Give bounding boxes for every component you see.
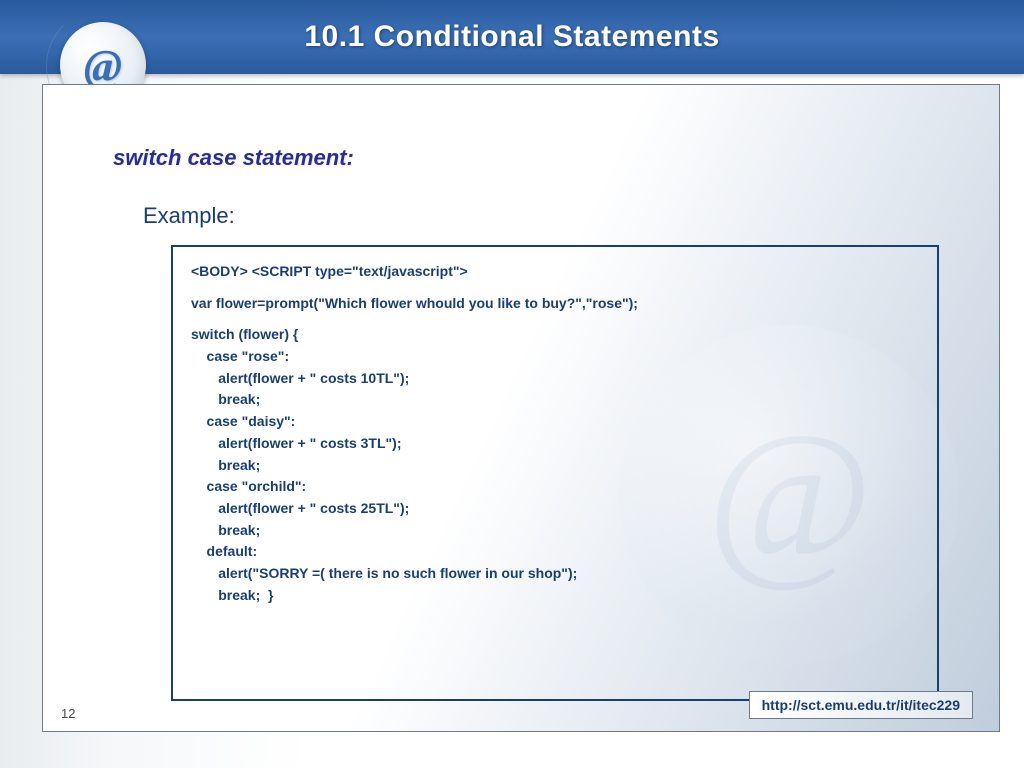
content-frame: switch case statement: Example: <BODY> <… <box>42 84 1000 732</box>
example-label: Example: <box>143 203 235 229</box>
code-line: case "orchild": <box>191 476 919 498</box>
code-line: break; <box>191 389 919 411</box>
code-line: alert(flower + " costs 25TL"); <box>191 498 919 520</box>
code-line: alert(flower + " costs 3TL"); <box>191 433 919 455</box>
code-line: alert("SORRY =( there is no such flower … <box>191 563 919 585</box>
subtitle: switch case statement: <box>113 145 354 171</box>
page-number: 12 <box>61 706 75 721</box>
code-line: case "daisy": <box>191 411 919 433</box>
code-line: default: <box>191 541 919 563</box>
code-line: break; <box>191 455 919 477</box>
code-line: break; <box>191 520 919 542</box>
code-line: switch (flower) { <box>191 324 919 346</box>
slide: 10.1 Conditional Statements @ switch cas… <box>0 0 1024 768</box>
code-line: case "rose": <box>191 346 919 368</box>
code-line: break; } <box>191 585 919 607</box>
code-line: alert(flower + " costs 10TL"); <box>191 368 919 390</box>
code-box: <BODY> <SCRIPT type="text/javascript"> va… <box>171 245 939 701</box>
title-bar: 10.1 Conditional Statements <box>0 0 1024 74</box>
code-blank-line <box>191 283 919 293</box>
footer-url: http://sct.emu.edu.tr/it/itec229 <box>749 691 973 719</box>
code-blank-line <box>191 314 919 324</box>
slide-title: 10.1 Conditional Statements <box>0 0 1024 74</box>
code-line: <BODY> <SCRIPT type="text/javascript"> <box>191 261 919 283</box>
code-line: var flower=prompt("Which flower whould y… <box>191 293 919 315</box>
